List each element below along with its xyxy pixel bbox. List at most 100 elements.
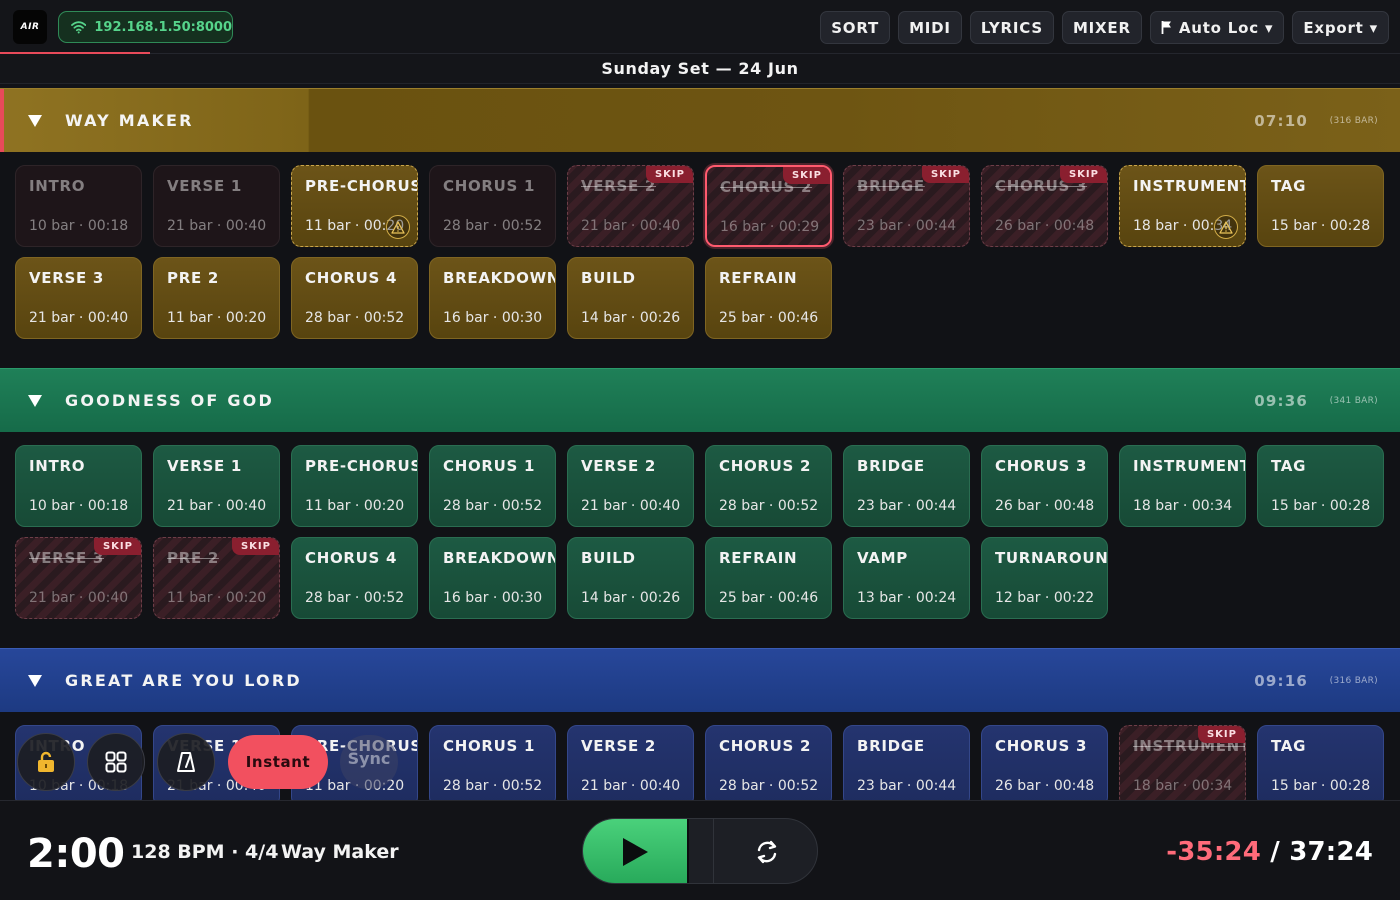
song-block: WAY MAKER 07:10 (316 BAR) INTRO 10 bar · 00:… xyxy=(0,88,1400,368)
section-info: 10 bar · 00:18 xyxy=(29,218,129,234)
section-card[interactable]: TAG 15 bar · 00:28 xyxy=(1257,725,1384,807)
section-info: 21 bar · 00:40 xyxy=(581,218,681,234)
skip-badge: SKIP xyxy=(93,538,141,555)
connection-status[interactable]: 192.168.1.50:8000 xyxy=(58,11,233,43)
section-info: 14 bar · 00:26 xyxy=(581,590,681,606)
section-card[interactable]: BRIDGE 23 bar · 00:44 SKIP xyxy=(843,165,970,247)
song-header[interactable]: GOODNESS OF GOD 09:36 (341 BAR) xyxy=(0,368,1400,432)
section-card[interactable]: CHORUS 1 28 bar · 00:52 xyxy=(429,165,556,247)
tempo-signature: 128 BPM · 4/4 xyxy=(131,841,279,863)
play-icon xyxy=(623,838,648,866)
section-card[interactable]: VERSE 1 21 bar · 00:40 xyxy=(153,445,280,527)
collapse-triangle-icon[interactable] xyxy=(26,112,44,130)
section-card[interactable]: CHORUS 1 28 bar · 00:52 xyxy=(429,725,556,807)
sort-button[interactable]: SORT xyxy=(820,11,891,44)
song-bar-count: (341 BAR) xyxy=(1329,395,1378,406)
section-grid: INTRO 10 bar · 00:18 VERSE 1 21 bar · 00:40… xyxy=(0,432,1400,648)
section-name: CHORUS 1 xyxy=(443,457,536,475)
section-card[interactable]: INSTRUMENTAL18 bar · 00:34 xyxy=(1119,165,1246,247)
section-card[interactable]: BUILD 14 bar · 00:26 xyxy=(567,257,694,339)
section-name: VERSE 2 xyxy=(581,457,657,475)
section-card[interactable]: BRIDGE 23 bar · 00:44 xyxy=(843,725,970,807)
auto-loc-label: Auto Loc ▾ xyxy=(1178,18,1274,37)
midi-button[interactable]: MIDI xyxy=(898,11,962,44)
section-card[interactable]: BREAKDOWN 16 bar · 00:30 xyxy=(429,257,556,339)
song-title: GREAT ARE YOU LORD xyxy=(65,671,302,690)
section-card[interactable]: PRE-CHORUS11 bar · 00:20 xyxy=(291,445,418,527)
metronome-button[interactable] xyxy=(157,733,215,791)
total-time: / 37:24 xyxy=(1261,837,1373,867)
skip-badge: SKIP xyxy=(1197,726,1245,743)
section-card[interactable]: PRE 2 11 bar · 00:20 xyxy=(153,257,280,339)
section-card[interactable]: REFRAIN 25 bar · 00:46 xyxy=(705,257,832,339)
section-name: VERSE 2 xyxy=(581,737,657,755)
section-info: 18 bar · 00:34 xyxy=(1133,778,1233,794)
section-name: VAMP xyxy=(857,549,908,567)
collapse-triangle-icon[interactable] xyxy=(26,672,44,690)
warning-icon xyxy=(1214,215,1238,239)
section-card[interactable]: VAMP 13 bar · 00:24 xyxy=(843,537,970,619)
export-button[interactable]: Export ▾ xyxy=(1292,11,1389,44)
section-info: 18 bar · 00:34 xyxy=(1133,498,1233,514)
lock-button[interactable] xyxy=(17,733,75,791)
section-name: BREAKDOWN xyxy=(443,549,556,567)
section-card[interactable]: BRIDGE 23 bar · 00:44 xyxy=(843,445,970,527)
section-card[interactable]: CHORUS 3 26 bar · 00:48 xyxy=(981,725,1108,807)
section-name: VERSE 1 xyxy=(167,177,243,195)
sync-button[interactable]: Sync xyxy=(340,735,398,789)
top-bar: AIR 192.168.1.50:8000 SORT MIDI LYRICS M… xyxy=(0,0,1400,54)
section-card[interactable]: CHORUS 1 28 bar · 00:52 xyxy=(429,445,556,527)
section-card[interactable]: VERSE 2 21 bar · 00:40 SKIP xyxy=(567,165,694,247)
section-info: 28 bar · 00:52 xyxy=(719,778,819,794)
instant-button[interactable]: Instant xyxy=(228,735,328,789)
section-card[interactable]: BUILD 14 bar · 00:26 xyxy=(567,537,694,619)
section-info: 28 bar · 00:52 xyxy=(443,498,543,514)
section-info: 21 bar · 00:40 xyxy=(581,498,681,514)
section-card[interactable]: CHORUS 3 26 bar · 00:48 SKIP xyxy=(981,165,1108,247)
loop-button[interactable] xyxy=(713,819,817,883)
section-card[interactable]: VERSE 1 21 bar · 00:40 xyxy=(153,165,280,247)
section-info: 21 bar · 00:40 xyxy=(581,778,681,794)
section-card[interactable]: CHORUS 2 16 bar · 00:29 SKIP xyxy=(705,165,832,247)
grid-view-button[interactable] xyxy=(87,733,145,791)
section-info: 21 bar · 00:40 xyxy=(29,310,129,326)
section-name: BRIDGE xyxy=(857,737,925,755)
section-card[interactable]: TURNAROUND 12 bar · 00:22 xyxy=(981,537,1108,619)
song-bar-count: (316 BAR) xyxy=(1329,115,1378,126)
song-header[interactable]: GREAT ARE YOU LORD 09:16 (316 BAR) xyxy=(0,648,1400,712)
collapse-triangle-icon[interactable] xyxy=(26,392,44,410)
section-card[interactable]: PRE 2 11 bar · 00:20 SKIP xyxy=(153,537,280,619)
mixer-button[interactable]: MIXER xyxy=(1061,11,1142,44)
song-header[interactable]: WAY MAKER 07:10 (316 BAR) xyxy=(0,88,1400,153)
section-card[interactable]: CHORUS 2 28 bar · 00:52 xyxy=(705,445,832,527)
skip-badge: SKIP xyxy=(921,166,969,183)
section-card[interactable]: TAG 15 bar · 00:28 xyxy=(1257,165,1384,247)
set-title: Sunday Set — 24 Jun xyxy=(0,54,1400,84)
section-name: INTRO xyxy=(29,177,86,195)
section-card[interactable]: VERSE 2 21 bar · 00:40 xyxy=(567,725,694,807)
section-card[interactable]: INSTRUMENTAL18 bar · 00:34 xyxy=(1119,445,1246,527)
section-card[interactable]: CHORUS 4 28 bar · 00:52 xyxy=(291,257,418,339)
section-card[interactable]: INSTRUMENTAL18 bar · 00:34SKIP xyxy=(1119,725,1246,807)
play-button[interactable] xyxy=(583,819,689,883)
section-card[interactable]: VERSE 3 21 bar · 00:40 xyxy=(15,257,142,339)
section-name: CHORUS 1 xyxy=(443,177,536,195)
section-info: 11 bar · 00:20 xyxy=(167,590,267,606)
section-card[interactable]: BREAKDOWN 16 bar · 00:30 xyxy=(429,537,556,619)
section-card[interactable]: VERSE 2 21 bar · 00:40 xyxy=(567,445,694,527)
section-info: 16 bar · 00:30 xyxy=(443,310,543,326)
section-name: TURNAROUND xyxy=(995,549,1108,567)
section-card[interactable]: REFRAIN 25 bar · 00:46 xyxy=(705,537,832,619)
section-card[interactable]: VERSE 3 21 bar · 00:40 SKIP xyxy=(15,537,142,619)
song-duration: 09:36 xyxy=(1254,391,1308,410)
section-card[interactable]: PRE-CHORUS11 bar · 00:20 xyxy=(291,165,418,247)
auto-loc-button[interactable]: Auto Loc ▾ xyxy=(1149,11,1285,44)
section-card[interactable]: TAG 15 bar · 00:28 xyxy=(1257,445,1384,527)
section-card[interactable]: CHORUS 3 26 bar · 00:48 xyxy=(981,445,1108,527)
section-card[interactable]: CHORUS 4 28 bar · 00:52 xyxy=(291,537,418,619)
lyrics-button[interactable]: LYRICS xyxy=(969,11,1054,44)
section-card[interactable]: CHORUS 2 28 bar · 00:52 xyxy=(705,725,832,807)
section-info: 13 bar · 00:24 xyxy=(857,590,957,606)
section-card[interactable]: INTRO 10 bar · 00:18 xyxy=(15,165,142,247)
section-card[interactable]: INTRO 10 bar · 00:18 xyxy=(15,445,142,527)
